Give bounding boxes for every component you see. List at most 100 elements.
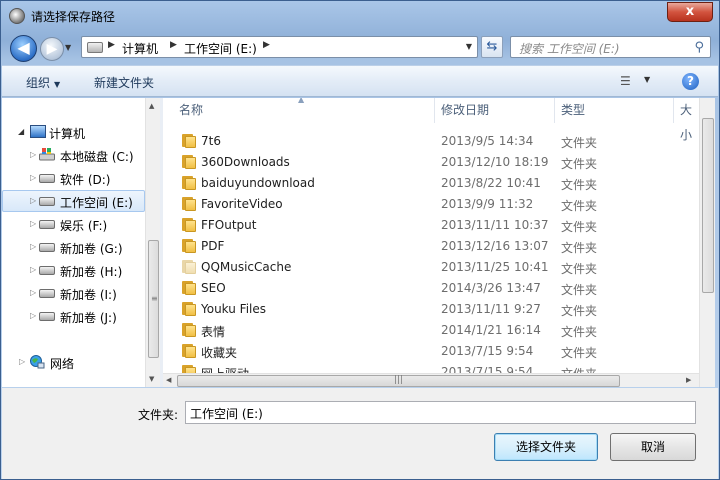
- file-list-horizontal-scrollbar[interactable]: ◀ ||| ▶: [163, 373, 699, 387]
- search-placeholder[interactable]: 搜索 工作空间 (E:): [519, 40, 620, 57]
- column-divider[interactable]: [673, 98, 674, 123]
- nav-item-drive-g[interactable]: ▷ 新加卷 (G:): [2, 237, 145, 259]
- back-button[interactable]: ◀: [10, 35, 37, 62]
- column-divider[interactable]: [554, 98, 555, 123]
- nav-label: 娱乐 (F:): [60, 219, 108, 233]
- title-bar[interactable]: 请选择保存路径 x: [1, 1, 719, 31]
- nav-item-drive-h[interactable]: ▷ 新加卷 (H:): [2, 260, 145, 282]
- file-name: PDF: [201, 239, 225, 253]
- app-icon: [9, 8, 25, 24]
- file-row[interactable]: Youku Files 2013/11/11 9:27 文件夹: [163, 299, 699, 320]
- file-date: 2013/9/9 11:32: [441, 197, 534, 211]
- folder-name-value[interactable]: 工作空间 (E:): [190, 405, 263, 422]
- nav-item-drive-j[interactable]: ▷ 新加卷 (J:): [2, 306, 145, 328]
- scroll-up-icon[interactable]: ▲: [149, 102, 154, 110]
- scroll-left-icon[interactable]: ◀: [166, 376, 171, 384]
- folder-name-field[interactable]: 工作空间 (E:): [185, 401, 696, 424]
- file-date: 2013/7/15 9:54: [441, 344, 534, 358]
- file-row[interactable]: SEO 2014/3/26 13:47 文件夹: [163, 278, 699, 299]
- nav-item-computer[interactable]: ◢ 计算机: [2, 122, 145, 144]
- file-type: 文件夹: [561, 178, 598, 192]
- drive-icon: [87, 42, 103, 53]
- column-header-name[interactable]: 名称: [179, 98, 203, 123]
- file-type: 文件夹: [561, 262, 598, 276]
- column-header-type[interactable]: 类型: [561, 98, 585, 123]
- nav-item-drive-e[interactable]: ▷ 工作空间 (E:): [2, 190, 145, 212]
- navigation-scrollbar[interactable]: ▲ ≡ ▼: [145, 98, 160, 387]
- drive-icon: [39, 197, 55, 206]
- scroll-thumb[interactable]: |||: [177, 375, 620, 387]
- folder-icon: [182, 197, 196, 211]
- search-icon[interactable]: ⚲: [694, 40, 704, 55]
- recent-pages-dropdown[interactable]: ▼: [65, 41, 77, 55]
- collapsed-arrow-icon[interactable]: ▷: [30, 288, 36, 297]
- file-type: 文件夹: [561, 199, 598, 213]
- nav-label: 本地磁盘 (C:): [60, 150, 134, 164]
- organize-button[interactable]: 组织 ▼: [26, 74, 60, 91]
- file-list-vertical-scrollbar[interactable]: [699, 98, 715, 387]
- file-row[interactable]: 收藏夹 2013/7/15 9:54 文件夹: [163, 341, 699, 362]
- view-options-icon[interactable]: ☰: [620, 74, 636, 88]
- column-header-size[interactable]: 大小: [680, 98, 699, 142]
- address-bar[interactable]: ▶ 计算机 ▶ 工作空间 (E:) ▶ ▼: [81, 36, 478, 58]
- file-name: 网上驱动: [201, 365, 249, 373]
- column-header-date[interactable]: 修改日期: [441, 98, 489, 123]
- nav-item-drive-f[interactable]: ▷ 娱乐 (F:): [2, 214, 145, 236]
- file-row[interactable]: 360Downloads 2013/12/10 18:19 文件夹: [163, 152, 699, 173]
- collapsed-arrow-icon[interactable]: ▷: [30, 265, 36, 274]
- file-row[interactable]: QQMusicCache 2013/11/25 10:41 文件夹: [163, 257, 699, 278]
- forward-button[interactable]: ▶: [40, 37, 64, 61]
- nav-label: 新加卷 (I:): [60, 288, 117, 302]
- collapsed-arrow-icon[interactable]: ▷: [30, 311, 36, 320]
- file-row[interactable]: PDF 2013/12/16 13:07 文件夹: [163, 236, 699, 257]
- file-date: 2013/8/22 10:41: [441, 176, 541, 190]
- scroll-thumb[interactable]: [702, 118, 714, 293]
- scroll-down-icon[interactable]: ▼: [149, 375, 154, 383]
- collapsed-arrow-icon[interactable]: ▷: [30, 173, 36, 182]
- dialog-footer: 文件夹: 工作空间 (E:) 选择文件夹 取消: [2, 388, 718, 479]
- file-type: 文件夹: [561, 365, 597, 373]
- nav-item-drive-d[interactable]: ▷ 软件 (D:): [2, 168, 145, 190]
- cancel-button[interactable]: 取消: [610, 433, 696, 461]
- file-date: 2013/11/11 9:27: [441, 302, 541, 316]
- breadcrumb-chevron-icon[interactable]: ▶: [108, 40, 115, 50]
- new-folder-button[interactable]: 新建文件夹: [94, 74, 154, 91]
- breadcrumb-chevron-icon[interactable]: ▶: [263, 40, 270, 50]
- nav-item-drive-i[interactable]: ▷ 新加卷 (I:): [2, 283, 145, 305]
- folder-icon: [182, 134, 196, 148]
- view-dropdown-icon[interactable]: ▼: [644, 75, 650, 84]
- help-icon[interactable]: ?: [682, 73, 699, 90]
- file-name: 收藏夹: [201, 346, 238, 360]
- collapsed-arrow-icon[interactable]: ▷: [30, 150, 36, 159]
- nav-item-network[interactable]: ▷ 网络: [2, 352, 145, 374]
- file-row[interactable]: baiduyundownload 2013/8/22 10:41 文件夹: [163, 173, 699, 194]
- file-date: 2013/9/5 14:34: [441, 134, 534, 148]
- breadcrumb-chevron-icon[interactable]: ▶: [170, 40, 177, 50]
- file-row[interactable]: FFOutput 2013/11/11 10:37 文件夹: [163, 215, 699, 236]
- close-button[interactable]: x: [667, 2, 713, 22]
- folder-icon: [182, 323, 196, 337]
- column-divider[interactable]: [434, 98, 435, 123]
- scroll-thumb[interactable]: ≡: [148, 240, 159, 358]
- breadcrumb-drive-e[interactable]: 工作空间 (E:): [184, 40, 257, 57]
- collapsed-arrow-icon[interactable]: ▷: [30, 242, 36, 251]
- scroll-right-icon[interactable]: ▶: [686, 376, 691, 384]
- expanded-arrow-icon[interactable]: ◢: [18, 127, 24, 136]
- nav-item-drive-c[interactable]: ▷ 本地磁盘 (C:): [2, 145, 145, 167]
- collapsed-arrow-icon[interactable]: ▷: [19, 357, 25, 366]
- drive-icon: [39, 289, 55, 298]
- file-row[interactable]: 网上驱动 2013/7/15 9:54 文件夹: [163, 362, 699, 373]
- select-folder-button[interactable]: 选择文件夹: [494, 433, 598, 461]
- search-box[interactable]: 搜索 工作空间 (E:) ⚲: [510, 36, 711, 58]
- breadcrumb-computer[interactable]: 计算机: [122, 40, 158, 57]
- file-row[interactable]: FavoriteVideo 2013/9/9 11:32 文件夹: [163, 194, 699, 215]
- file-row[interactable]: 表情 2014/1/21 16:14 文件夹: [163, 320, 699, 341]
- collapsed-arrow-icon[interactable]: ▷: [30, 219, 36, 228]
- file-date: 2013/11/11 10:37: [441, 218, 549, 232]
- file-name: Youku Files: [201, 302, 267, 316]
- address-dropdown-icon[interactable]: ▼: [466, 42, 472, 51]
- refresh-button[interactable]: ⇆: [481, 36, 503, 58]
- file-row[interactable]: 7t6 2013/9/5 14:34 文件夹: [163, 131, 699, 152]
- collapsed-arrow-icon[interactable]: ▷: [30, 196, 36, 205]
- file-type: 文件夹: [561, 346, 598, 360]
